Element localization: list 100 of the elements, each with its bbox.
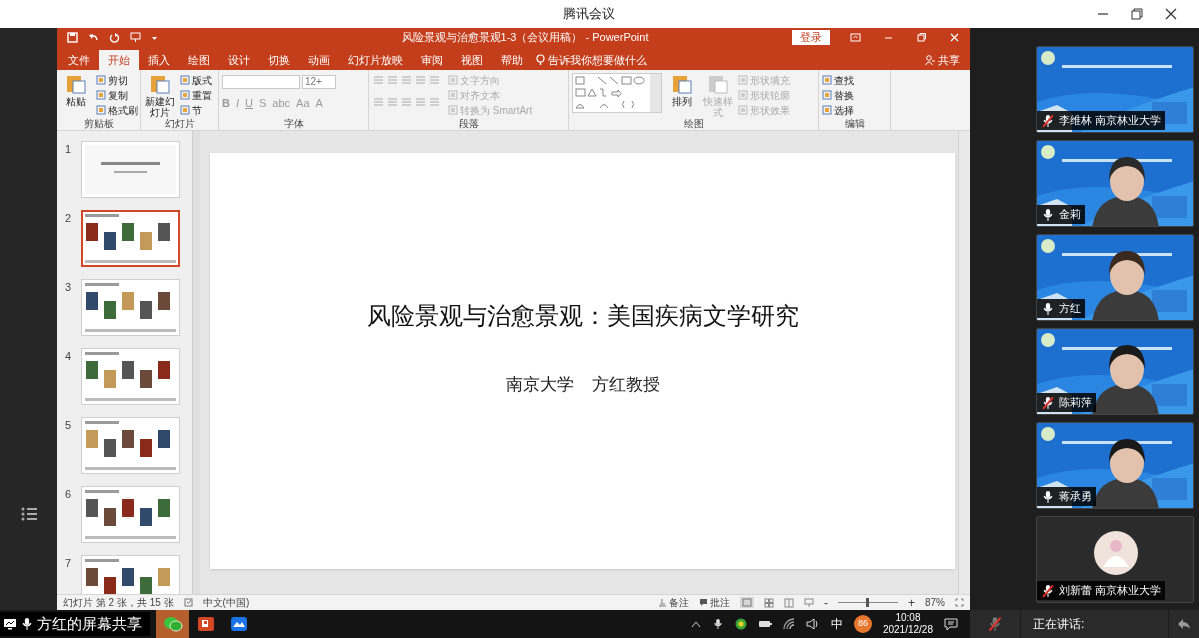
ribbon-tab[interactable]: 插入 — [139, 50, 179, 70]
video-tile[interactable]: 陈莉萍 — [1036, 328, 1194, 415]
format-button[interactable]: S — [258, 95, 267, 112]
slide-number: 5 — [64, 418, 73, 433]
tool-icon — [96, 105, 106, 115]
video-tile[interactable]: 蒋承勇 — [1036, 422, 1194, 509]
participant-name: 陈莉萍 — [1059, 395, 1092, 411]
ribbon-button[interactable]: 选择 — [822, 103, 854, 117]
ribbon-tab[interactable]: 审阅 — [412, 50, 452, 70]
participant-name: 刘新蕾 南京林业大学 — [1059, 583, 1162, 599]
format-button[interactable]: I — [235, 95, 239, 112]
tool-icon — [96, 75, 106, 85]
window-title: 腾讯会议 — [562, 5, 615, 24]
ribbon-tab[interactable]: 动画 — [299, 50, 339, 70]
slide-subtitle: 南京大学 — [505, 373, 574, 396]
ribbon-tab[interactable]: 绘图 — [179, 50, 219, 70]
battery-icon[interactable] — [757, 619, 772, 629]
slide-number: 6 — [64, 487, 73, 502]
spellcheck-icon[interactable] — [183, 598, 193, 607]
ribbon-button[interactable]: 剪切 — [96, 73, 138, 87]
document-icon — [65, 73, 87, 95]
clock-date[interactable]: 2021/12/28 — [882, 624, 933, 636]
chevron-up-icon[interactable] — [690, 620, 701, 628]
participant-name: 金莉 — [1059, 207, 1081, 223]
ribbon-tab[interactable]: 幻灯片放映 — [339, 50, 412, 70]
ribbon-button[interactable]: 复制 — [96, 88, 138, 102]
ribbon-button[interactable]: 节 — [180, 103, 212, 117]
window-title: 风险景观与治愈景观1-3（会议用稿） - PowerPoint — [401, 30, 649, 46]
ribbon-tab[interactable]: 视图 — [452, 50, 492, 70]
ribbon-button[interactable]: 排列 — [666, 73, 698, 118]
input-method-indicator[interactable]: 中 — [830, 615, 843, 633]
format-button[interactable]: Aa — [296, 95, 310, 112]
video-tile[interactable]: 刘新蕾 南京林业大学 — [1036, 516, 1194, 603]
font-name-field[interactable] — [222, 75, 300, 89]
tool-icon — [96, 90, 106, 100]
zoom-in-button[interactable]: + — [907, 593, 915, 612]
restore-icon[interactable] — [1131, 8, 1143, 20]
restore-icon[interactable] — [916, 32, 927, 43]
tool-icon — [822, 105, 832, 115]
format-button[interactable]: A — [315, 95, 323, 112]
tool-icon — [448, 90, 458, 100]
format-button[interactable]: abc — [272, 95, 291, 112]
share-button[interactable]: 共享 — [925, 50, 960, 70]
ribbon-tab[interactable]: 开始 — [99, 50, 139, 70]
font-size-field[interactable]: 12+ — [302, 75, 336, 89]
clock-time[interactable]: 10:08 — [895, 612, 921, 624]
zoom-level[interactable]: 87% — [925, 595, 945, 610]
grid-view-icon[interactable] — [763, 597, 774, 608]
ribbon-button[interactable]: 重置 — [180, 88, 212, 102]
ribbon-button[interactable]: 粘贴 — [60, 73, 92, 118]
normal-view-icon[interactable] — [739, 597, 754, 608]
video-tile[interactable]: 李维林 南京林业大学 — [1036, 46, 1194, 133]
tool-icon — [822, 75, 832, 85]
presentation-icon[interactable] — [130, 32, 141, 43]
language-text[interactable]: 中文(中国) — [202, 595, 250, 610]
zoom-out-button[interactable]: - — [823, 593, 828, 612]
wifi-icon[interactable] — [782, 618, 795, 630]
ribbon-group-label: 段落 — [457, 118, 480, 130]
comments-button[interactable]: 批注 — [698, 595, 730, 610]
participant-name: 方红 — [1059, 301, 1081, 317]
ribbon-button[interactable]: 版式 — [180, 73, 212, 87]
tool-icon — [738, 75, 748, 85]
notification-icon[interactable] — [944, 617, 958, 631]
ribbon-button[interactable]: 替换 — [822, 88, 854, 102]
document-icon — [671, 73, 693, 95]
slide-count-text: 幻灯片 第 2 张，共 15 张 — [63, 596, 174, 610]
volume-icon[interactable] — [805, 618, 820, 630]
tell-me-field[interactable]: 告诉我你想要做什么 — [548, 51, 647, 69]
tool-icon — [822, 90, 832, 100]
list-icon[interactable] — [19, 506, 38, 522]
ribbon-button[interactable]: 新建幻灯片 — [144, 73, 176, 118]
ribbon-tab[interactable]: 设计 — [219, 50, 259, 70]
ribbon-tab[interactable]: 切换 — [259, 50, 299, 70]
ribbon-tab[interactable]: 文件 — [59, 50, 99, 70]
video-tile[interactable]: 金莉 — [1036, 140, 1194, 227]
document-icon — [707, 73, 729, 95]
undo-icon[interactable] — [88, 32, 99, 43]
ribbon-button[interactable]: 格式刷 — [96, 103, 138, 117]
login-button[interactable]: 登录 — [792, 30, 830, 45]
slide-number: 1 — [64, 142, 73, 157]
notification-badge[interactable]: 86 — [853, 615, 872, 633]
ribbon-button[interactable]: 查找 — [822, 73, 854, 87]
fit-to-window-icon[interactable] — [955, 598, 964, 607]
monitor-icon — [3, 618, 17, 630]
scrollbar[interactable] — [192, 131, 200, 594]
ribbon-tab[interactable]: 帮助 — [492, 50, 532, 70]
ribbon-display-icon[interactable] — [850, 32, 861, 43]
video-tile[interactable]: 方红 — [1036, 234, 1194, 321]
person-icon — [925, 55, 935, 65]
ribbon-group-label: 编辑 — [843, 118, 866, 130]
notes-button[interactable]: 备注 — [657, 595, 689, 610]
tool-icon — [448, 75, 458, 85]
redo-icon[interactable] — [109, 32, 120, 43]
save-icon[interactable] — [67, 32, 78, 43]
zoom-slider-thumb[interactable] — [866, 598, 870, 607]
participant-name: 李维林 南京林业大学 — [1059, 113, 1162, 129]
close-icon[interactable] — [1165, 8, 1177, 20]
format-button[interactable]: U — [245, 95, 253, 112]
reply-arrow-icon[interactable] — [1177, 618, 1191, 630]
ribbon-group-label: 幻灯片 — [163, 118, 196, 130]
